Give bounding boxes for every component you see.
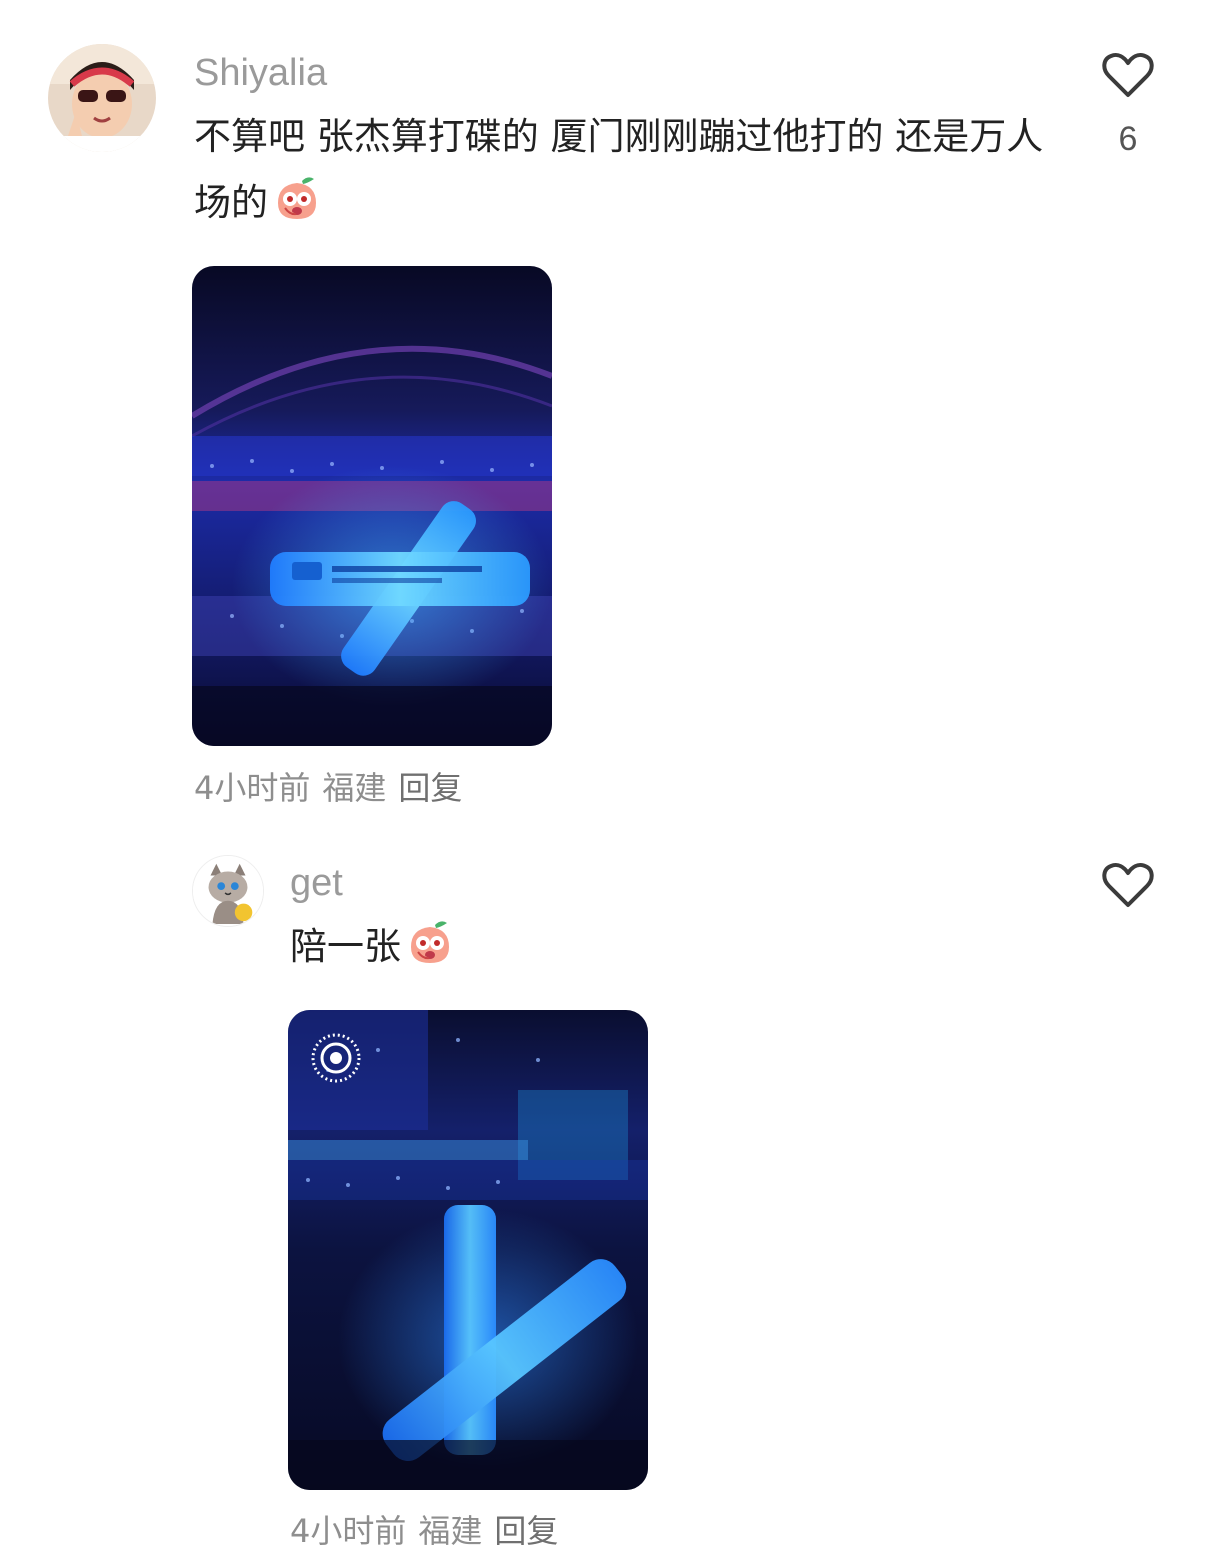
comment-time: 4小时前: [194, 769, 311, 807]
reply-button[interactable]: 回复: [494, 1512, 558, 1550]
live-photo-icon[interactable]: [310, 1032, 362, 1084]
like-count: 6: [1118, 120, 1138, 158]
heart-icon: [1102, 862, 1154, 907]
peach-face-sticker-icon: [405, 917, 455, 967]
heart-icon: [1102, 52, 1154, 97]
peach-face-sticker-icon: [272, 173, 322, 223]
comment-photo[interactable]: [192, 266, 552, 746]
comment-meta: 4小时前 福建 回复: [290, 1511, 570, 1551]
comment-location: 福建: [322, 769, 387, 807]
reply-button[interactable]: 回复: [398, 769, 462, 807]
comment-location: 福建: [418, 1512, 483, 1550]
comment-body: 陪一张: [290, 925, 401, 968]
like-button[interactable]: [1101, 50, 1155, 100]
username[interactable]: get: [290, 860, 343, 906]
comment-text: 不算吧 张杰算打碟的 厦门刚刚蹦过他打的 还是万人场的: [194, 104, 1054, 236]
comment-time: 4小时前: [290, 1512, 407, 1550]
like-button[interactable]: [1101, 860, 1155, 910]
comment-meta: 4小时前 福建 回复: [194, 768, 474, 808]
username[interactable]: Shiyalia: [194, 50, 327, 96]
user-avatar[interactable]: [48, 44, 156, 152]
user-avatar[interactable]: [192, 855, 264, 927]
comment-text: 陪一张: [290, 914, 1050, 980]
